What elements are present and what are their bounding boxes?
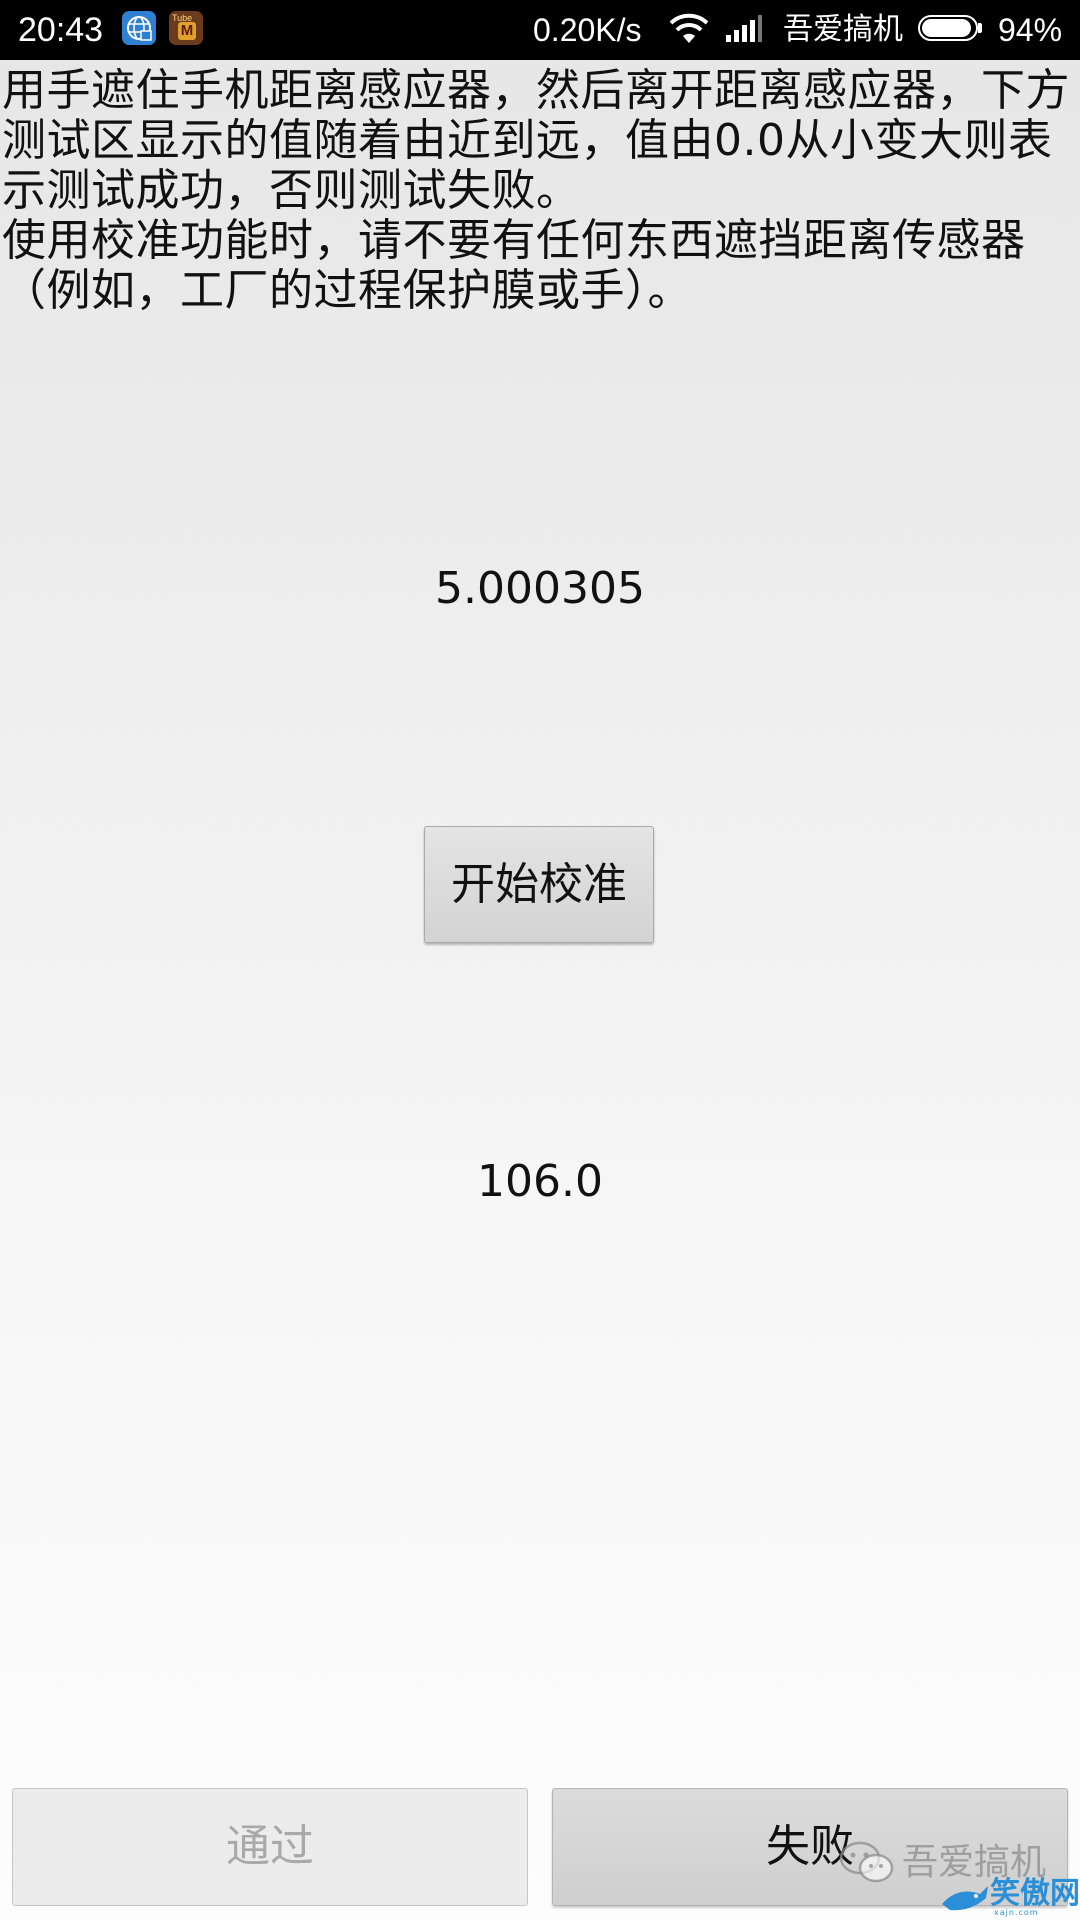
instruction-paragraph-test: 用手遮住手机距离感应器，然后离开距离感应器，下方测试区显示的值随着由近到远，值由… <box>2 65 1070 216</box>
instruction-paragraph-calibrate: 使用校准功能时，请不要有任何东西遮挡距离传感器（例如，工厂的过程保护膜或手）。 <box>2 215 1026 316</box>
pass-button[interactable]: 通过 <box>12 1788 528 1906</box>
wifi-icon <box>669 13 709 50</box>
site-domain: xajn.com <box>994 1908 1039 1917</box>
shark-logo-icon <box>940 1882 990 1920</box>
status-time: 20:43 <box>18 11 104 49</box>
start-calibration-button[interactable]: 开始校准 <box>424 826 654 943</box>
carrier-name: 吾爱搞机 <box>783 13 903 46</box>
sensor-distance-value: 106.0 <box>477 1156 603 1207</box>
wechat-icon <box>838 1840 896 1890</box>
status-bar: 20:43 Tube M 0.20K/s 吾爱搞机 94% <box>0 0 1080 60</box>
battery-percent: 94% <box>998 12 1063 48</box>
signal-strength-icon <box>725 15 763 48</box>
instructions-text: 用手遮住手机距离感应器，然后离开距离感应器，下方测试区显示的值随着由近到远，值由… <box>2 66 1078 316</box>
calibration-value: 5.000305 <box>435 563 645 614</box>
game-app-icon: Tube M <box>169 11 203 45</box>
site-logo: 笑傲网 xajn.com <box>940 1876 1080 1920</box>
browser-globe-icon <box>122 11 156 45</box>
battery-icon <box>918 15 984 43</box>
network-speed: 0.20K/s <box>533 12 642 48</box>
